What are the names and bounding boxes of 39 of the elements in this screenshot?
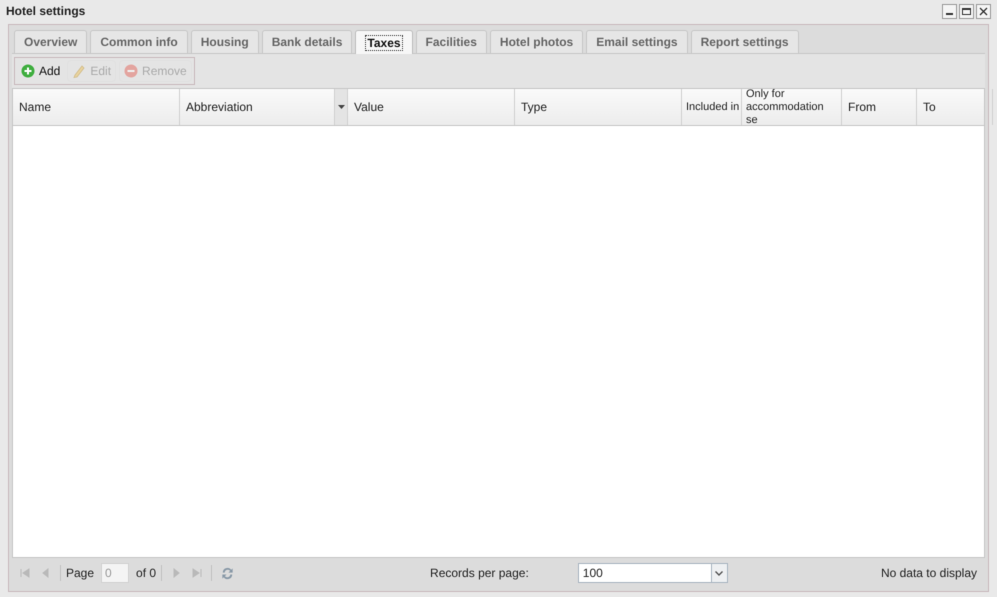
tab[interactable]: Hotel photos [490, 30, 584, 53]
page-label: Page [66, 565, 94, 582]
tab[interactable]: Bank details [262, 30, 352, 53]
status-text: No data to display [880, 565, 978, 582]
refresh-icon [220, 566, 235, 580]
last-page-icon [192, 568, 202, 578]
column-menu-trigger[interactable] [334, 89, 347, 125]
tab[interactable]: Overview [14, 30, 88, 53]
tab[interactable]: Taxes [355, 30, 413, 54]
close-icon [979, 6, 988, 16]
records-per-page-label: Records per page: [430, 565, 529, 582]
column-header[interactable]: Abbreviation [180, 89, 348, 125]
tab[interactable]: Housing [190, 30, 259, 53]
column-header[interactable]: From [842, 89, 917, 125]
column-header[interactable]: To [917, 89, 993, 125]
minimize-button[interactable] [942, 4, 957, 18]
tab[interactable]: Report settings [690, 30, 799, 53]
records-per-page-select[interactable]: 100 [578, 563, 728, 583]
close-button[interactable] [976, 4, 991, 18]
column-header[interactable]: Type [515, 89, 682, 125]
chevron-down-icon [715, 570, 724, 576]
pencil-icon [72, 64, 86, 78]
previous-page-icon [41, 568, 51, 578]
column-header[interactable]: Value [348, 89, 515, 125]
minus-icon [124, 64, 138, 78]
tab[interactable]: Common info [90, 30, 188, 53]
next-page-icon [171, 568, 182, 578]
caret-icon [338, 105, 344, 109]
maximize-button[interactable] [959, 4, 974, 18]
add-button[interactable]: Add [17, 60, 64, 82]
plus-icon [21, 64, 35, 78]
column-header[interactable]: Included in [682, 89, 742, 125]
column-header[interactable]: Only for accommodation se [742, 89, 842, 125]
column-header[interactable]: Name [13, 89, 180, 125]
first-page-icon [20, 568, 30, 578]
window-title: Hotel settings [6, 3, 86, 20]
tab[interactable]: Email settings [586, 30, 688, 53]
page-count: of 0 [136, 565, 156, 582]
tab[interactable]: Facilities [416, 30, 487, 53]
